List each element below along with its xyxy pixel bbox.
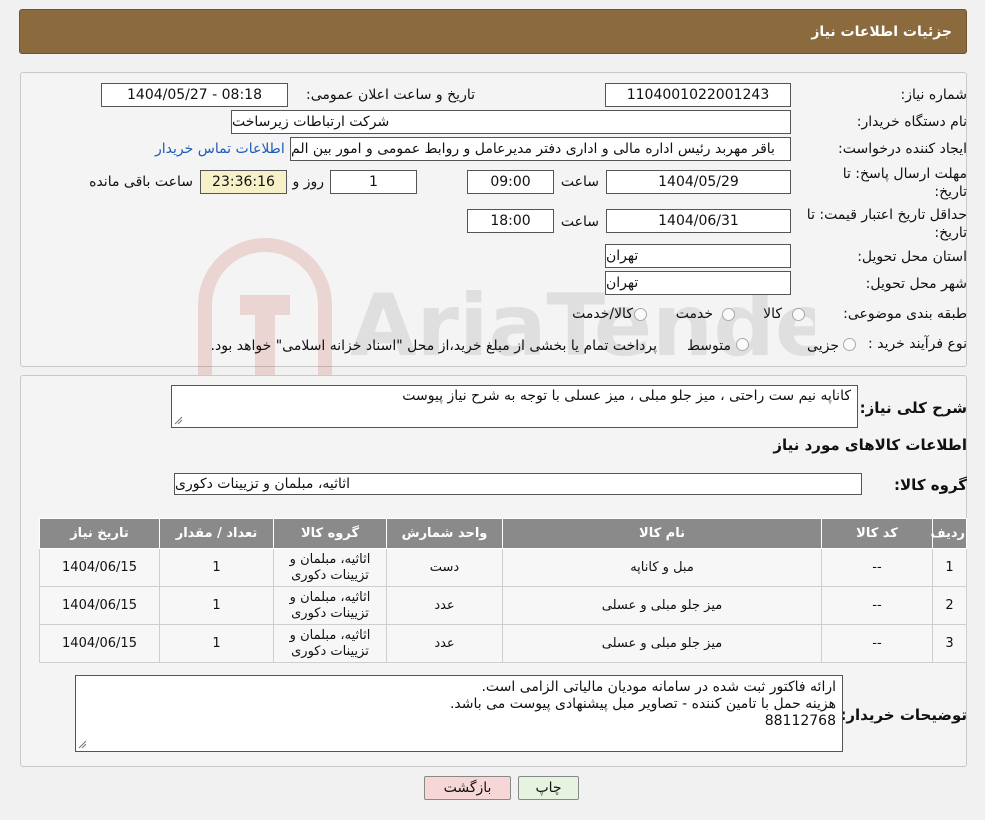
process-radio-minor[interactable]: [843, 338, 856, 351]
col-header-group: گروه کالا: [273, 518, 387, 549]
price-validity-label: حداقل تاریخ اعتبار قیمت: تا: [806, 207, 967, 223]
buyer-notes-line: ارائه فاکتور ثبت شده در سامانه مودیان ما…: [481, 679, 836, 695]
cell-name: میز جلو مبلی و عسلی: [502, 586, 822, 625]
price-time-label: ساعت: [560, 214, 599, 230]
back-button[interactable]: بازگشت: [424, 776, 511, 800]
cell-row-number: 3: [932, 624, 967, 663]
cell-name: مبل و کاناپه: [502, 548, 822, 587]
process-label: نوع فرآیند خرید :: [868, 336, 967, 352]
reply-deadline-label-2: تاریخ:: [934, 184, 967, 200]
goods-group-label: گروه کالا:: [894, 476, 967, 494]
days-field: 1: [330, 170, 417, 194]
reply-date-field: 1404/05/29: [606, 170, 791, 194]
col-header-date: تاریخ نیاز: [39, 518, 160, 549]
cell-name: میز جلو مبلی و عسلی: [502, 624, 822, 663]
resize-grip-icon[interactable]: [78, 740, 87, 749]
announce-field: 1404/05/27 - 08:18: [101, 83, 288, 107]
days-label: روز و: [292, 174, 325, 190]
price-validity-label-2: تاریخ:: [934, 225, 967, 241]
col-header-row-number: ردیف: [930, 518, 967, 549]
announce-label: تاریخ و ساعت اعلان عمومی:: [306, 87, 475, 103]
col-header-name: نام کالا: [502, 518, 822, 549]
reply-time-label: ساعت: [560, 174, 599, 190]
requester-field: باقر مهربد رئیس اداره مالی و اداری دفتر …: [290, 137, 791, 161]
reply-deadline-label: مهلت ارسال پاسخ: تا: [842, 166, 967, 182]
description-textarea[interactable]: کاناپه نیم ست راحتی ، میز جلو مبلی ، میز…: [171, 385, 858, 428]
process-radio-medium[interactable]: [736, 338, 749, 351]
category-option-goods: کالا: [763, 306, 782, 322]
cell-row-number: 1: [932, 548, 967, 587]
need-number-label: شماره نیاز:: [900, 87, 968, 103]
province-label: استان محل تحویل:: [857, 249, 967, 265]
cell-quantity: 1: [159, 586, 274, 625]
print-button[interactable]: چاپ: [518, 776, 579, 800]
cell-date: 1404/06/15: [39, 624, 160, 663]
cell-quantity: 1: [159, 624, 274, 663]
table-row: 2 -- میز جلو مبلی و عسلی عدد اثاثیه، مبل…: [39, 586, 967, 625]
cell-code: --: [821, 586, 933, 625]
table-header-row: ردیف کد کالا نام کالا واحد شمارش گروه کا…: [39, 518, 967, 549]
cell-unit: عدد: [386, 586, 503, 625]
category-radio-goods[interactable]: [792, 308, 805, 321]
buyer-notes-label: توضیحات خریدار:: [840, 706, 967, 724]
cell-group: اثاثیه، مبلمان و تزیینات دکوری: [273, 548, 387, 587]
goods-table: ردیف کد کالا نام کالا واحد شمارش گروه کا…: [39, 518, 967, 663]
city-field: تهران: [605, 271, 791, 295]
province-field: تهران: [605, 244, 791, 268]
cell-date: 1404/06/15: [39, 586, 160, 625]
cell-unit: دست: [386, 548, 503, 587]
buyer-notes-line: هزینه حمل با تامین کننده - تصاویر مبل پی…: [449, 696, 836, 712]
goods-section-title: اطلاعات کالاهای مورد نیاز: [773, 436, 967, 454]
process-option-medium: متوسط: [687, 338, 731, 354]
category-radio-service[interactable]: [722, 308, 735, 321]
process-note: پرداخت تمام یا بخشی از مبلغ خرید،از محل …: [210, 338, 657, 354]
page-title-bar: جزئیات اطلاعات نیاز: [19, 9, 967, 54]
cell-group: اثاثیه، مبلمان و تزیینات دکوری: [273, 586, 387, 625]
buyer-notes-textarea[interactable]: ارائه فاکتور ثبت شده در سامانه مودیان ما…: [75, 675, 843, 752]
description-label: شرح کلی نیاز:: [859, 399, 967, 417]
page-title: جزئیات اطلاعات نیاز: [811, 23, 952, 40]
category-radio-goods-service[interactable]: [634, 308, 647, 321]
col-header-unit: واحد شمارش: [386, 518, 503, 549]
price-time-field: 18:00: [467, 209, 554, 233]
requester-label: ایجاد کننده درخواست:: [838, 141, 967, 157]
cell-quantity: 1: [159, 548, 274, 587]
buyer-contact-link[interactable]: اطلاعات تماس خریدار: [155, 141, 285, 157]
price-date-field: 1404/06/31: [606, 209, 791, 233]
category-option-goods-service: کالا/خدمت: [572, 306, 633, 322]
table-row: 3 -- میز جلو مبلی و عسلی عدد اثاثیه، مبل…: [39, 624, 967, 663]
resize-grip-icon[interactable]: [174, 416, 183, 425]
category-label: طبقه بندی موضوعی:: [843, 306, 967, 322]
buyer-org-label: نام دستگاه خریدار:: [856, 114, 967, 130]
col-header-quantity: تعداد / مقدار: [159, 518, 274, 549]
col-header-code: کد کالا: [821, 518, 933, 549]
cell-row-number: 2: [932, 586, 967, 625]
cell-code: --: [821, 548, 933, 587]
buyer-org-field: شرکت ارتباطات زیرساخت: [231, 110, 791, 134]
remaining-label: ساعت باقی مانده: [89, 174, 193, 190]
goods-group-field: اثاثیه، مبلمان و تزیینات دکوری: [174, 473, 862, 495]
cell-group: اثاثیه، مبلمان و تزیینات دکوری: [273, 624, 387, 663]
city-label: شهر محل تحویل:: [865, 276, 967, 292]
reply-time-field: 09:00: [467, 170, 554, 194]
buyer-notes-line: 88112768: [764, 713, 836, 729]
cell-unit: عدد: [386, 624, 503, 663]
category-option-service: خدمت: [675, 306, 713, 322]
cell-code: --: [821, 624, 933, 663]
need-number-field: 1104001022001243: [605, 83, 791, 107]
cell-date: 1404/06/15: [39, 548, 160, 587]
table-row: 1 -- مبل و کاناپه دست اثاثیه، مبلمان و ت…: [39, 548, 967, 587]
description-text: کاناپه نیم ست راحتی ، میز جلو مبلی ، میز…: [402, 388, 851, 404]
remaining-time-field: 23:36:16: [200, 170, 287, 194]
process-option-minor: جزیی: [807, 338, 839, 354]
